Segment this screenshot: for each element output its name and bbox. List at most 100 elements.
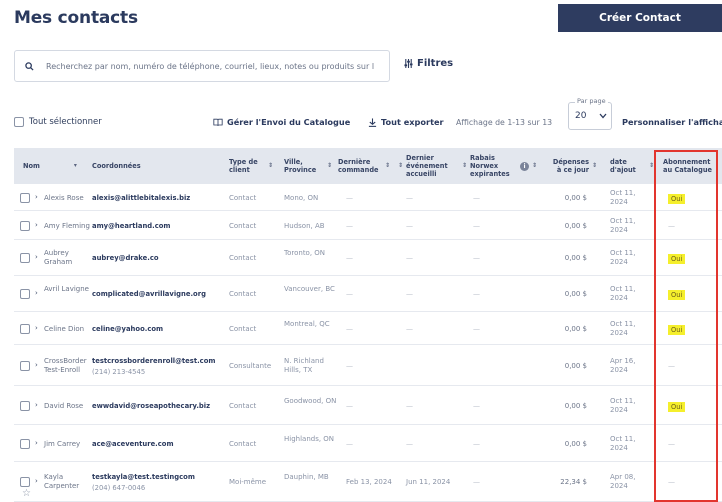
table-row[interactable]: › David Rose ewwdavid@roseapothecary.biz Co… [14,386,722,425]
row-checkbox[interactable] [20,439,30,449]
row-checkbox[interactable] [20,289,30,299]
contact-email[interactable]: ewwdavid@roseapothecary.biz [92,402,210,411]
col-date-label: date d'ajout [610,158,636,174]
date-added: Oct 11, 2024 [610,249,636,266]
create-contact-button[interactable]: Créer Contact [558,4,722,32]
col-city-label: Ville, Province [284,158,317,174]
city-province: Toronto, ON [284,249,326,257]
table-row[interactable]: › CrossBorder Test-Enroll testcrossbordere… [14,345,722,386]
city-province: Montreal, QC [284,320,330,328]
col-spent-header[interactable]: Dépenses à ce jour ⇕ [549,148,605,184]
contact-name[interactable]: CrossBorder Test-Enroll [44,357,90,375]
subscription-empty: — [668,362,675,370]
expand-chevron-icon[interactable]: › [35,253,38,261]
row-checkbox[interactable] [20,221,30,231]
expand-chevron-icon[interactable]: › [35,477,38,485]
city-province: Goodwood, ON [284,397,337,405]
contact-name[interactable]: Celine Dion [44,325,90,334]
city-province: N. Richland Hills, TX [284,357,324,374]
amount-spent: 22,34 $ [560,478,587,486]
expand-chevron-icon[interactable]: › [35,221,38,229]
col-subscription-label: Abonnement au Catalogue [663,158,713,174]
amount-spent: 0,00 $ [564,290,587,298]
col-city-header[interactable]: Ville, Province ⇕ [284,148,340,184]
filters-button[interactable]: Filtres [404,58,453,69]
last-order: — [346,440,353,448]
expiring-discounts: — [473,478,480,486]
table-row[interactable]: › Alexis Rose alexis@alittlebitalexis.biz C… [14,184,722,211]
contact-name[interactable]: Amy Fleming [44,222,90,231]
info-icon[interactable]: i [520,161,530,171]
display-range: Affichage de 1-13 sur 13 [456,117,553,127]
export-all-label: Tout exporter [381,117,444,127]
sort-icon: ⇕ [649,162,655,169]
contact-name[interactable]: Aubrey Graham [44,249,90,267]
row-checkbox[interactable] [20,401,30,411]
table-row[interactable]: › Celine Dion celine@yahoo.com Contact Montr… [14,312,722,345]
contact-email[interactable]: complicated@avrillavigne.org [92,290,206,299]
per-page-select[interactable]: Par page 20 [568,97,612,130]
table-row[interactable]: › Aubrey Graham aubrey@drake.co Contact Toro… [14,240,722,276]
contact-name[interactable]: Kayla Carpenter [44,473,90,491]
client-type: Moi-même [229,478,267,486]
row-checkbox[interactable] [20,253,30,263]
page-title: Mes contacts [14,8,138,28]
contact-email[interactable]: testkayla@test.testingcom [92,473,195,482]
city-province: Hudson, AB [284,222,325,230]
personalize-view-button[interactable]: Personnaliser l'affichage [622,110,722,134]
contact-name[interactable]: David Rose [44,402,90,411]
select-all-label: Tout sélectionner [29,117,102,127]
col-last-event-header[interactable]: ⇕ Dernier événement accueilli [398,148,460,184]
last-order: — [346,254,353,262]
amount-spent: 0,00 $ [564,222,587,230]
row-checkbox[interactable] [20,324,30,334]
expand-chevron-icon[interactable]: › [35,361,38,369]
contact-phone: (214) 213-4545 [92,368,146,376]
col-date-header[interactable]: date d'ajout ⇕ [610,148,662,184]
table-row[interactable]: › Kayla Carpenter testkayla@test.testingco… [14,462,722,502]
catalog-subscription: Oui [668,402,686,412]
table-row[interactable]: › Avril Lavigne complicated@avrillavigne.o… [14,276,722,312]
contact-name[interactable]: Avril Lavigne [44,285,90,294]
last-order: Feb 13, 2024 [346,478,392,486]
contact-phone: (204) 647-0046 [92,484,146,492]
date-added: Oct 11, 2024 [610,397,636,414]
col-name-header[interactable]: Nom ▾ [23,148,77,184]
expand-chevron-icon[interactable]: › [35,439,38,447]
expand-chevron-icon[interactable]: › [35,289,38,297]
expiring-discounts: — [473,222,480,230]
table-row[interactable]: › Amy Fleming amy@heartland.com Contact Huds… [14,211,722,240]
contact-email[interactable]: aubrey@drake.co [92,254,159,263]
expand-chevron-icon[interactable]: › [35,401,38,409]
contact-email[interactable]: testcrossborderenroll@test.com [92,357,215,366]
row-checkbox[interactable] [20,361,30,371]
manage-catalog-button[interactable]: Gérer l'Envoi du Catalogue [213,110,350,134]
contact-email[interactable]: celine@yahoo.com [92,325,163,334]
search-input[interactable] [46,61,382,71]
col-last-order-header[interactable]: Dernière commande ⇕ [338,148,398,184]
star-icon[interactable]: ☆ [22,488,31,499]
contact-email[interactable]: alexis@alittlebitalexis.biz [92,194,190,203]
expand-chevron-icon[interactable]: › [35,193,38,201]
filters-label: Filtres [417,58,454,69]
last-order: — [346,222,353,230]
table-row[interactable]: › Jim Carrey ace@aceventure.com Contact High… [14,425,722,462]
col-discounts-header[interactable]: ⇕ Rabais Norwex expirantes i ⇕ [462,148,542,184]
contact-email[interactable]: amy@heartland.com [92,222,171,231]
contact-name[interactable]: Jim Carrey [44,440,90,449]
row-checkbox[interactable] [20,477,30,487]
select-all[interactable]: Tout sélectionner [14,110,102,134]
col-type-header[interactable]: Type de client ⇕ [229,148,281,184]
row-checkbox[interactable] [20,193,30,203]
sort-icon: ⇕ [592,162,598,169]
contact-name[interactable]: Alexis Rose [44,194,90,203]
select-all-checkbox[interactable] [14,117,24,127]
last-order: — [346,194,353,202]
expand-chevron-icon[interactable]: › [35,324,38,332]
last-order: — [346,290,353,298]
contact-email[interactable]: ace@aceventure.com [92,440,174,449]
date-added: Oct 11, 2024 [610,285,636,302]
sort-desc-icon: ▾ [73,162,77,169]
search-box[interactable] [14,50,390,82]
export-all-button[interactable]: Tout exporter [368,110,444,134]
